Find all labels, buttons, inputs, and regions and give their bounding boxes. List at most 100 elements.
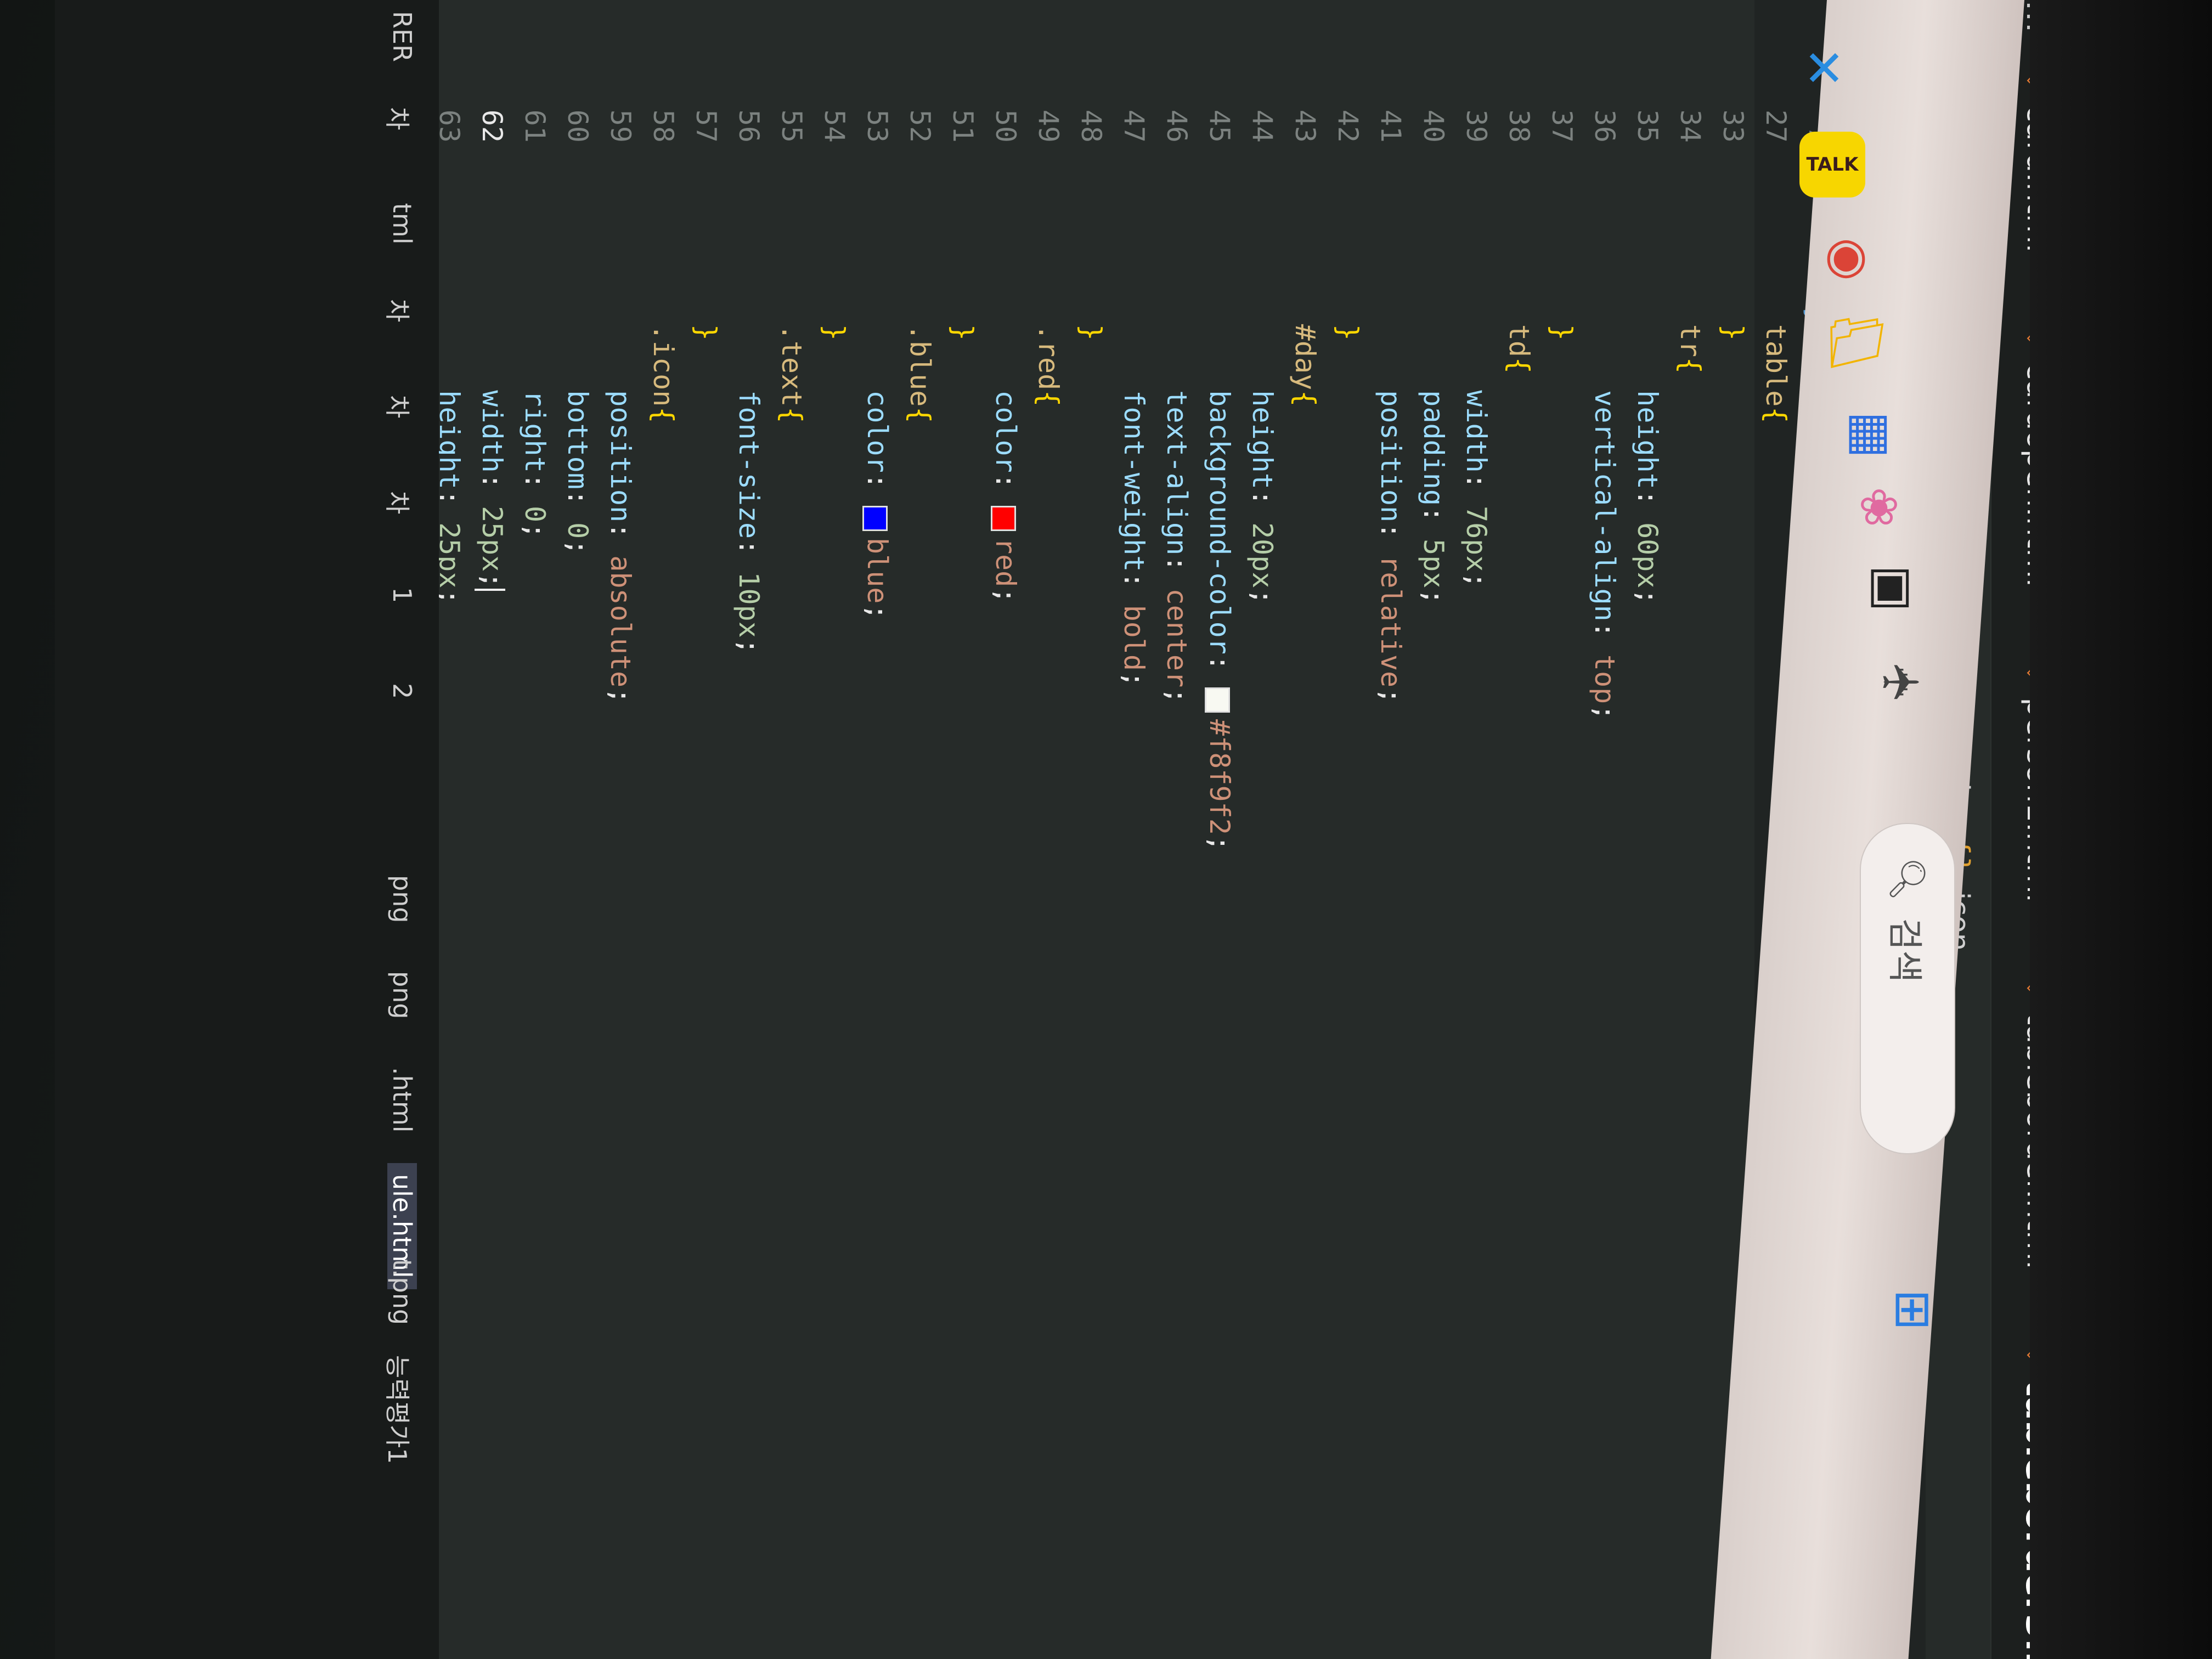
code-line[interactable]: 57 } bbox=[685, 0, 727, 1659]
line-number: 40 bbox=[1418, 109, 1449, 143]
code-line[interactable]: 41 position: relative; bbox=[1369, 0, 1412, 1659]
code-text: font-size: 10px; bbox=[733, 390, 765, 654]
line-number: 53 bbox=[861, 109, 893, 143]
search-icon: 🔍︎ bbox=[1887, 857, 1928, 902]
task-view-icon[interactable]: ▣ bbox=[1854, 549, 1926, 620]
code-line[interactable]: 46 text-align: center; bbox=[1155, 0, 1198, 1659]
code-line[interactable]: 48 } bbox=[1070, 0, 1113, 1659]
code-line[interactable]: 54 } bbox=[813, 0, 856, 1659]
microsoft-store-icon[interactable]: ▦ bbox=[1832, 395, 1904, 466]
explorer-item[interactable]: .html bbox=[387, 1067, 417, 1132]
code-line[interactable]: 39 width: 76px; bbox=[1455, 0, 1498, 1659]
code-line[interactable]: 52 .blue{ bbox=[899, 0, 941, 1659]
code-text: height: 20px; bbox=[1246, 390, 1278, 605]
code-line[interactable]: 40 padding: 5px; bbox=[1412, 0, 1455, 1659]
code-text: height: 60px; bbox=[1632, 390, 1663, 605]
code-text: } bbox=[1717, 324, 1749, 341]
line-number: 50 bbox=[990, 109, 1022, 143]
line-number: 51 bbox=[947, 109, 979, 143]
line-number: 45 bbox=[1204, 109, 1235, 143]
code-line[interactable]: 44 height: 20px; bbox=[1241, 0, 1284, 1659]
explorer-item[interactable]: 차 bbox=[381, 299, 417, 322]
code-text: text-align: center; bbox=[1161, 390, 1193, 704]
chrome-icon[interactable]: ◉ bbox=[1810, 219, 1882, 291]
code-text: table{ bbox=[1760, 324, 1792, 424]
code-text: bottom: 0; bbox=[562, 390, 594, 556]
code-text: .icon{ bbox=[647, 324, 679, 424]
explorer-item[interactable]: 차 bbox=[381, 107, 417, 130]
code-line[interactable]: 61 right: 0; bbox=[514, 0, 556, 1659]
code-line[interactable]: 42 } bbox=[1327, 0, 1369, 1659]
code-line[interactable]: 38 td{ bbox=[1498, 0, 1541, 1659]
kakaotalk-icon[interactable]: TALK bbox=[1799, 132, 1865, 198]
code-line[interactable]: 45 background-color: #f8f9f2; bbox=[1198, 0, 1241, 1659]
code-line[interactable]: 36 vertical-align: top; bbox=[1583, 0, 1626, 1659]
code-line[interactable]: 53 color: blue; bbox=[856, 0, 899, 1659]
vscode-icon[interactable]: ✕ bbox=[1788, 33, 1860, 104]
search-placeholder: 검색 bbox=[1884, 918, 1925, 983]
line-number: 37 bbox=[1546, 109, 1578, 143]
explorer-item[interactable]: 차 bbox=[381, 491, 417, 514]
code-line[interactable]: 59 position: absolute; bbox=[599, 0, 642, 1659]
explorer-item[interactable]: 능력평가1 bbox=[381, 1355, 417, 1464]
code-text: padding: 5px; bbox=[1418, 390, 1449, 605]
line-number: 55 bbox=[776, 109, 808, 143]
line-number: 38 bbox=[1503, 109, 1535, 143]
code-text: } bbox=[1546, 324, 1578, 341]
color-swatch[interactable] bbox=[991, 505, 1017, 531]
code-text: position: relative; bbox=[1375, 390, 1407, 704]
code-text: } bbox=[819, 324, 850, 341]
line-number: 62 bbox=[476, 109, 508, 143]
text-cursor bbox=[475, 588, 506, 591]
line-number: 41 bbox=[1375, 109, 1407, 143]
explorer-item[interactable]: 1 bbox=[387, 587, 417, 603]
code-text: width: 25px; bbox=[471, 192, 514, 591]
code-line[interactable]: 60 bottom: 0; bbox=[556, 0, 599, 1659]
code-text: } bbox=[1075, 324, 1107, 341]
code-text: tr{ bbox=[1674, 324, 1706, 374]
code-editor[interactable]: 2<html lang="en">3<head>7 <style>27 tabl… bbox=[348, 0, 1926, 1659]
line-number: 61 bbox=[519, 109, 551, 143]
code-line[interactable]: 50 color: red; bbox=[984, 0, 1027, 1659]
color-swatch[interactable] bbox=[1205, 687, 1231, 713]
explorer-item[interactable]: 차 bbox=[381, 395, 417, 418]
code-line[interactable]: 35 height: 60px; bbox=[1626, 0, 1669, 1659]
line-number: 59 bbox=[605, 109, 636, 143]
code-line[interactable]: 37 } bbox=[1541, 0, 1583, 1659]
code-line[interactable]: 43 #day{ bbox=[1284, 0, 1327, 1659]
copilot-icon[interactable]: ❀ bbox=[1843, 472, 1915, 543]
explorer-item[interactable]: png bbox=[387, 875, 417, 923]
code-line[interactable]: 58 .icon{ bbox=[642, 0, 685, 1659]
code-text: background-color: #f8f9f2; bbox=[1204, 390, 1235, 851]
windows-start-icon[interactable]: ⊞ bbox=[1876, 1273, 1948, 1344]
code-text: color: red; bbox=[990, 390, 1022, 604]
line-number: 42 bbox=[1332, 109, 1364, 143]
code-text: .blue{ bbox=[904, 324, 936, 424]
explorer-item[interactable]: RER bbox=[387, 11, 417, 62]
line-number: 47 bbox=[1118, 109, 1150, 143]
line-number: 43 bbox=[1289, 109, 1321, 143]
line-number: 35 bbox=[1632, 109, 1663, 143]
code-line[interactable]: 56 font-size: 10px; bbox=[727, 0, 770, 1659]
code-line[interactable]: 47 font-weight: bold; bbox=[1113, 0, 1155, 1659]
code-line[interactable]: 34 tr{ bbox=[1669, 0, 1712, 1659]
code-text: font-weight: bold; bbox=[1118, 390, 1150, 688]
taskbar-search-box[interactable]: 🔍︎ 검색 bbox=[1860, 823, 1955, 1154]
code-line[interactable]: 49 .red{ bbox=[1027, 0, 1070, 1659]
color-swatch[interactable] bbox=[862, 505, 888, 531]
explorer-item[interactable]: t.png bbox=[387, 1259, 417, 1325]
code-text: color: blue; bbox=[861, 390, 893, 620]
explorer-item[interactable]: tml bbox=[387, 203, 417, 245]
line-number: 48 bbox=[1075, 109, 1107, 143]
file-explorer-icon[interactable]: 📁︎ bbox=[1821, 307, 1893, 379]
line-number: 49 bbox=[1032, 109, 1064, 143]
explorer-item[interactable]: 2 bbox=[387, 683, 417, 699]
explorer-item[interactable]: png bbox=[387, 971, 417, 1019]
line-number: 34 bbox=[1674, 109, 1706, 143]
code-text: right: 0; bbox=[519, 390, 551, 539]
code-line[interactable]: 55 .text{ bbox=[770, 0, 813, 1659]
code-line[interactable]: 62 width: 25px; bbox=[471, 0, 514, 1659]
widgets-icon[interactable]: ✈ bbox=[1865, 647, 1937, 719]
line-number: 52 bbox=[904, 109, 936, 143]
code-line[interactable]: 51 } bbox=[941, 0, 984, 1659]
